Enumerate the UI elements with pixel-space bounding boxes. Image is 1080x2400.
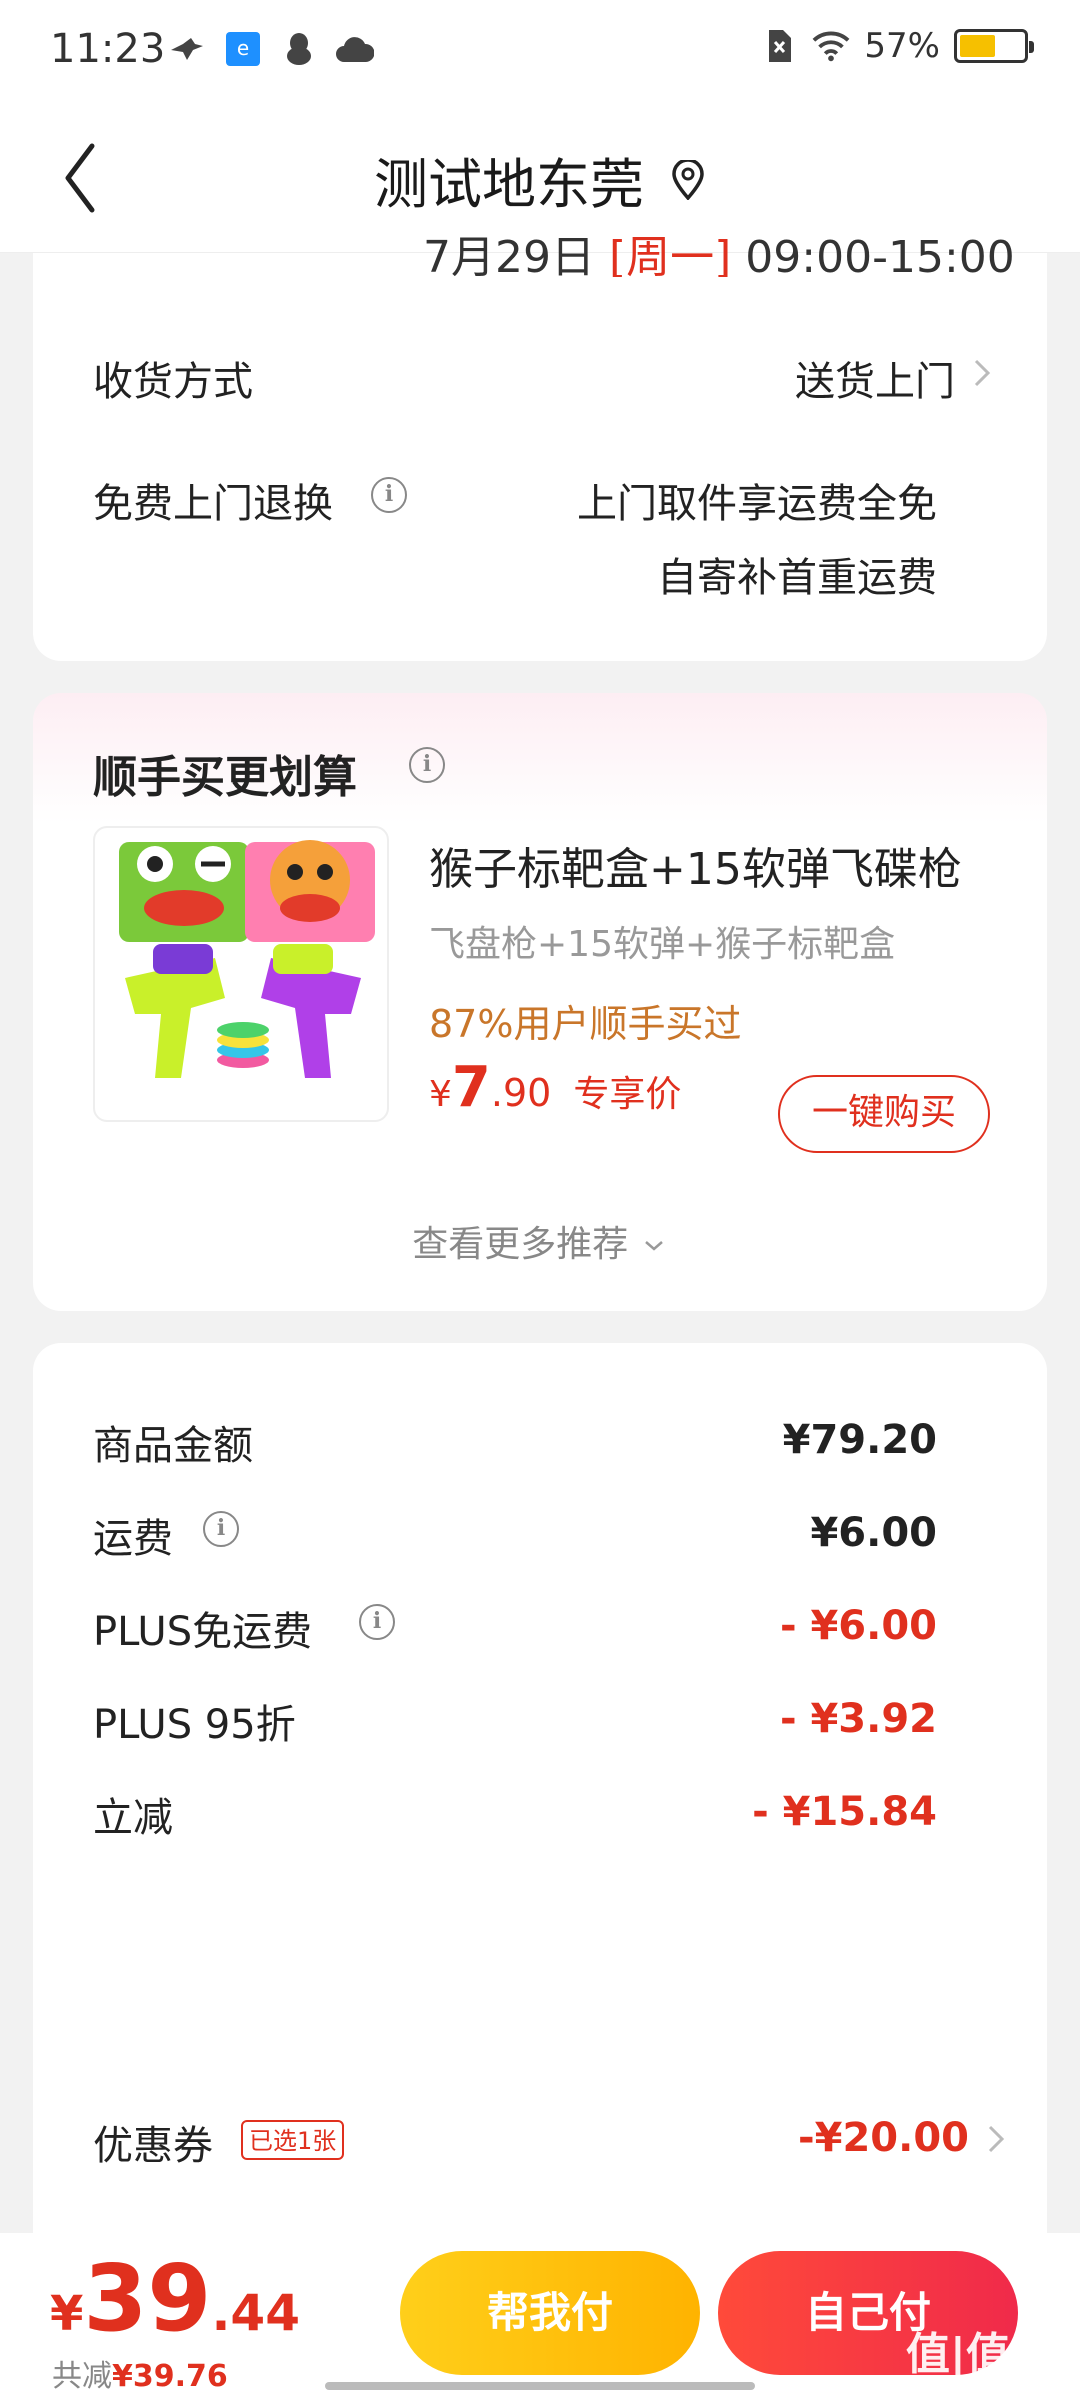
coupon-row[interactable]: -¥20.00 [653,2095,1047,2185]
notification-icons: e [168,30,374,68]
recommend-card: 顺手买更划算 i 猴子标靶盒+15软弹飞碟枪 飞盘枪+15软弹+猴子标靶盒 87… [33,693,1047,1311]
plus-discount-label: PLUS 95折 [93,1702,296,1748]
status-bar: 11:23 e 57% [0,0,1080,100]
total-integer: 39 [83,2245,212,2352]
delivery-time: 09:00-15:00 [731,232,1015,277]
coupon-label: 优惠券 [93,2123,213,2169]
instant-discount-label: 立减 [93,1795,173,1841]
page-title-wrap: 测试地东莞 [0,140,1080,219]
shipping-value: ¥6.00 [810,1510,937,1556]
free-return-line2: 自寄补首重运费 [657,555,937,601]
delivery-method-label: 收货方式 [93,359,253,405]
chevron-right-icon [974,359,991,387]
product-popularity: 87%用户顺手买过 [429,1002,742,1046]
battery-percent: 57% [864,26,940,66]
plus-discount-value: - ¥3.92 [779,1696,937,1742]
sim-off-icon [760,27,798,65]
watermark: 值|值|值 zhizhizhi.com [906,2318,1070,2400]
saved-label: 共减 [52,2359,112,2394]
page-title: 测试地东莞 [374,153,644,216]
recommend-title: 顺手买更划算 [93,752,357,803]
delivery-date-partial: 7月29日 [周一] 09:00-15:00 [423,221,1015,277]
total-decimal: .44 [211,2284,301,2342]
home-indicator[interactable] [325,2382,755,2390]
chevron-right-icon [988,2125,1005,2153]
goods-amount-label: 商品金额 [93,1423,253,1469]
product-subtitle: 飞盘枪+15软弹+猴子标靶盒 [429,924,896,965]
info-icon[interactable]: i [371,477,407,513]
plus-free-shipping-value: - ¥6.00 [779,1603,937,1649]
free-return-label: 免费上门退换 [93,481,333,527]
battery-level [960,35,996,57]
bird-icon [168,30,206,68]
app-e-icon: e [224,30,262,68]
coupon-selected-badge: 已选1张 [241,2120,345,2160]
delivery-date-text: 7月29日 [423,232,609,277]
info-icon[interactable]: i [409,747,445,783]
saved-amount: ¥39.76 [112,2359,228,2394]
cloud-icon [336,30,374,68]
delivery-card: 7月29日 [周一] 09:00-15:00 收货方式 送货上门 免费上门退换 … [33,232,1047,661]
address-selector[interactable]: 测试地东莞 [374,140,706,219]
price-decimal: .90 [490,1071,552,1115]
penguin-icon [280,30,318,68]
help-pay-button[interactable]: 帮我付 [400,2251,700,2375]
location-pin-icon [672,159,704,200]
info-icon[interactable]: i [203,1511,239,1547]
battery-icon [954,29,1034,63]
coupon-value: -¥20.00 [798,2115,969,2161]
total-price: ¥ 39 .44 [50,2245,300,2352]
instant-discount-value: - ¥15.84 [752,1789,937,1835]
goods-amount-value: ¥79.20 [782,1417,937,1463]
toy-gun-image [119,840,375,1078]
product-name[interactable]: 猴子标靶盒+15软弹飞碟枪 [429,833,962,897]
total-saved[interactable]: 共减¥39.76 [52,2351,228,2395]
product-price: ¥ 7 .90 专享价 [429,1055,681,1120]
status-right: 57% [760,26,1034,66]
price-symbol: ¥ [429,1074,452,1115]
one-click-buy-button[interactable]: 一键购买 [778,1075,990,1153]
price-integer: 7 [451,1055,491,1120]
price-tag: 专享价 [573,1074,682,1115]
plus-free-shipping-label: PLUS免运费 [93,1609,313,1655]
delivery-weekday: [周一] [608,232,732,277]
delivery-method-value: 送货上门 [795,359,955,405]
svg-text:e: e [237,36,249,60]
status-time: 11:23 [50,26,166,72]
free-return-line1: 上门取件享运费全免 [577,481,937,527]
wifi-icon [812,27,850,65]
delivery-method-row[interactable]: 送货上门 [533,333,1033,423]
more-recommend-link[interactable]: 查看更多推荐 [33,1215,1047,1267]
shipping-label: 运费 [93,1516,173,1562]
price-summary-card: 商品金额 ¥79.20 运费 i ¥6.00 PLUS免运费 i - ¥6.00… [33,1343,1047,2343]
watermark-domain: zhizhizhi.com [927,2382,1049,2400]
watermark-logo: 值|值|值 [905,2329,1070,2380]
total-symbol: ¥ [50,2286,84,2342]
more-recommend-label: 查看更多推荐 [412,1224,629,1265]
chevron-down-icon [644,1241,663,1251]
product-image[interactable] [93,826,389,1122]
info-icon[interactable]: i [359,1604,395,1640]
